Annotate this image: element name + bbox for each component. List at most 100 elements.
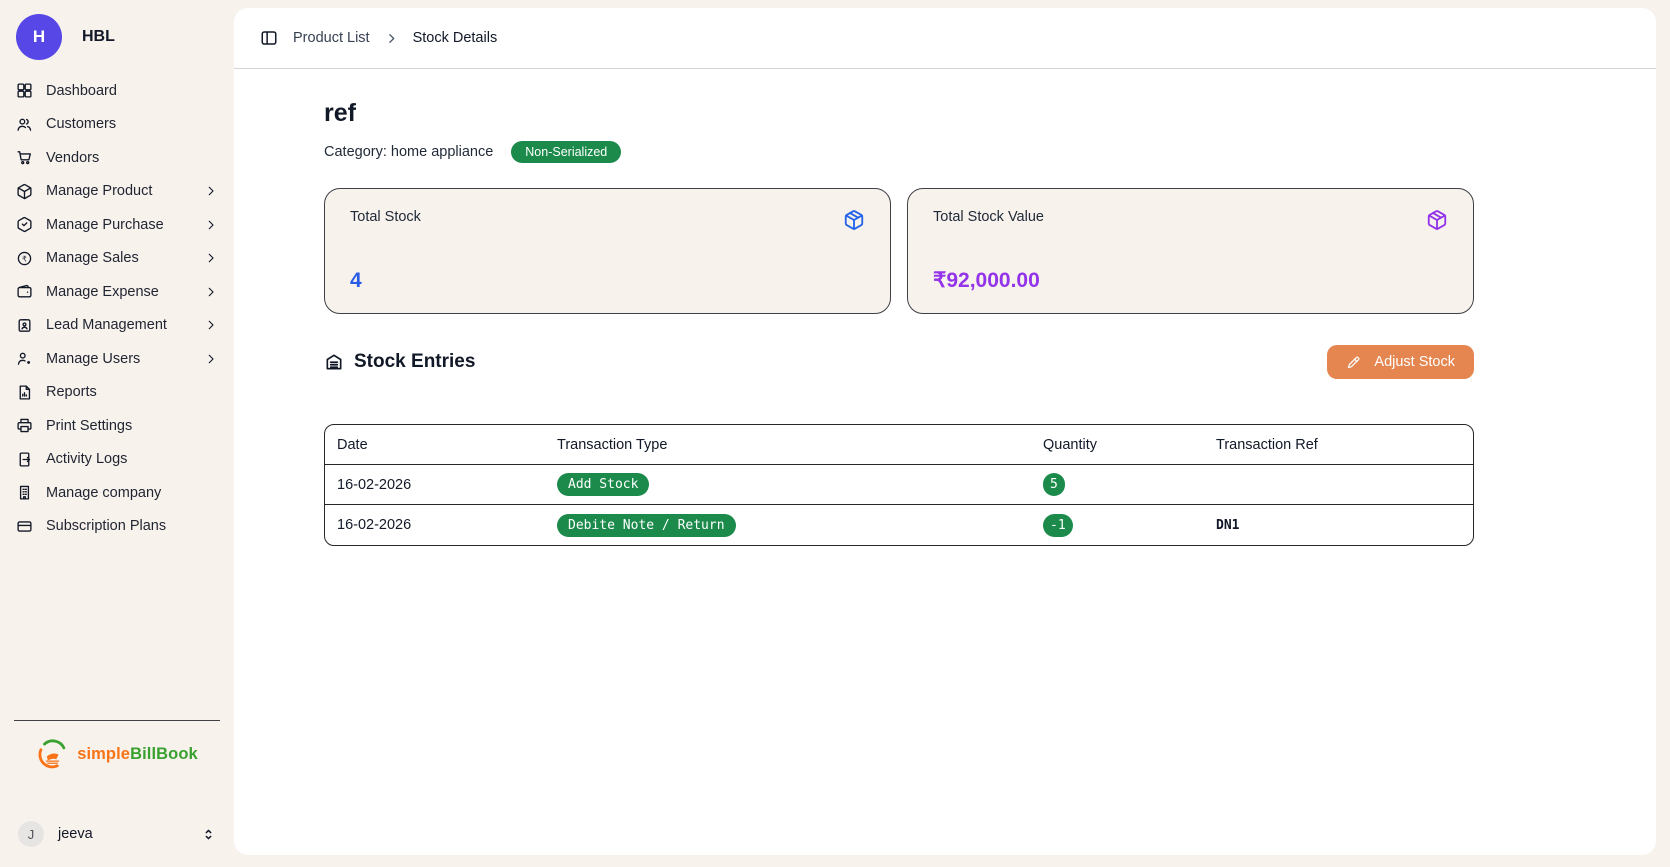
sidebar: H HBL Dashboard Customers Vendors Manage Pr… <box>0 0 234 867</box>
brand: H HBL <box>0 14 234 60</box>
category-label: Category: home appliance <box>324 144 493 160</box>
pencil-icon <box>1346 355 1361 370</box>
company-icon <box>16 484 33 501</box>
sidebar-item-label: Manage company <box>46 485 218 501</box>
svg-text:₹: ₹ <box>22 254 27 263</box>
stat-value: ₹92,000.00 <box>933 268 1448 293</box>
company-avatar[interactable]: H <box>16 14 62 60</box>
cell-quantity: -1 <box>1031 505 1204 545</box>
breadcrumb-separator-icon <box>385 32 398 45</box>
breadcrumb-stock-details: Stock Details <box>413 30 498 46</box>
sidebar-nav: Dashboard Customers Vendors Manage Product M… <box>0 74 234 543</box>
simplebillbook-logo-icon <box>36 737 70 771</box>
cell-transaction-type: Add Stock <box>545 465 1031 505</box>
header-date: Date <box>325 425 545 465</box>
sidebar-bottom: simpleBillBook J jeeva <box>0 720 234 847</box>
user-menu[interactable]: J jeeva <box>0 821 234 847</box>
company-name: HBL <box>82 28 115 46</box>
sidebar-item-manage-users[interactable]: Manage Users <box>16 342 218 376</box>
sidebar-item-lead-management[interactable]: Lead Management <box>16 309 218 343</box>
header-transaction-type: Transaction Type <box>545 425 1031 465</box>
chevron-up-down-icon <box>201 827 216 842</box>
user-name: jeeva <box>58 826 187 842</box>
cell-transaction-type: Debite Note / Return <box>545 505 1031 545</box>
stat-card-total-stock-value: Total Stock Value ₹92,000.00 <box>907 188 1474 314</box>
table-row: 16-02-2026Add Stock5 <box>325 465 1473 505</box>
chevron-right-icon <box>204 251 218 265</box>
content-panel: Product List Stock Details ref Category:… <box>234 8 1656 855</box>
sidebar-item-print-settings[interactable]: Print Settings <box>16 409 218 443</box>
sidebar-item-vendors[interactable]: Vendors <box>16 141 218 175</box>
sidebar-item-label: Customers <box>46 116 218 132</box>
breadcrumb-product-list[interactable]: Product List <box>293 30 370 46</box>
sidebar-item-manage-company[interactable]: Manage company <box>16 476 218 510</box>
print-icon <box>16 417 33 434</box>
activity-icon <box>16 451 33 468</box>
sidebar-item-reports[interactable]: Reports <box>16 376 218 410</box>
header-transaction-ref: Transaction Ref <box>1204 425 1473 465</box>
table-body: 16-02-2026Add Stock516-02-2026Debite Not… <box>325 465 1473 545</box>
cell-transaction-ref: DN1 <box>1204 505 1473 545</box>
sidebar-item-dashboard[interactable]: Dashboard <box>16 74 218 108</box>
user-avatar: J <box>18 821 44 847</box>
stat-value: 4 <box>350 269 865 293</box>
stat-label: Total Stock Value <box>933 209 1044 225</box>
sidebar-item-label: Manage Product <box>46 183 191 199</box>
transaction-ref-text: DN1 <box>1216 518 1239 533</box>
adjust-stock-button[interactable]: Adjust Stock <box>1327 345 1474 379</box>
stat-card-total-stock: Total Stock 4 <box>324 188 891 314</box>
product-icon <box>16 183 33 200</box>
sidebar-item-subscription-plans[interactable]: Subscription Plans <box>16 510 218 544</box>
sidebar-item-manage-expense[interactable]: Manage Expense <box>16 275 218 309</box>
cell-transaction-ref <box>1204 465 1473 505</box>
transaction-type-badge: Debite Note / Return <box>557 514 736 537</box>
page-content: ref Category: home appliance Non-Seriali… <box>234 69 1474 546</box>
sidebar-item-label: Vendors <box>46 150 218 166</box>
sidebar-item-label: Manage Users <box>46 351 191 367</box>
stock-entries-header: Stock Entries Adjust Stock <box>324 345 1474 379</box>
main-area: Product List Stock Details ref Category:… <box>234 0 1670 867</box>
quantity-badge: 5 <box>1043 473 1065 496</box>
stock-entries-title-text: Stock Entries <box>354 351 475 373</box>
manage-users-icon <box>16 350 33 367</box>
sidebar-item-manage-sales[interactable]: ₹ Manage Sales <box>16 242 218 276</box>
cell-quantity: 5 <box>1031 465 1204 505</box>
stat-cards: Total Stock 4 Total Stock Value ₹92,000.00 <box>324 188 1474 314</box>
sidebar-item-label: Reports <box>46 384 218 400</box>
transaction-type-badge: Add Stock <box>557 473 649 496</box>
sidebar-item-customers[interactable]: Customers <box>16 108 218 142</box>
category-row: Category: home appliance Non-Serialized <box>324 141 1474 163</box>
customers-icon <box>16 116 33 133</box>
sidebar-item-manage-purchase[interactable]: Manage Purchase <box>16 208 218 242</box>
chevron-right-icon <box>204 318 218 332</box>
table-header-row: Date Transaction Type Quantity Transacti… <box>325 425 1473 465</box>
sidebar-item-manage-product[interactable]: Manage Product <box>16 175 218 209</box>
sidebar-item-label: Manage Expense <box>46 284 191 300</box>
reports-icon <box>16 384 33 401</box>
logo-text-billbook: BillBook <box>130 745 198 763</box>
stat-label: Total Stock <box>350 209 421 225</box>
stock-entries-title: Stock Entries <box>324 351 475 373</box>
sidebar-item-label: Activity Logs <box>46 451 218 467</box>
sidebar-item-activity-logs[interactable]: Activity Logs <box>16 443 218 477</box>
breadcrumb-bar: Product List Stock Details <box>234 8 1656 69</box>
serialization-badge: Non-Serialized <box>511 141 621 163</box>
subscription-icon <box>16 518 33 535</box>
adjust-stock-label: Adjust Stock <box>1374 354 1455 370</box>
dashboard-icon <box>16 82 33 99</box>
logo-text-simple: simple <box>77 745 130 763</box>
table-row: 16-02-2026Debite Note / Return-1DN1 <box>325 505 1473 545</box>
package-icon <box>843 209 865 231</box>
page-title: ref <box>324 99 1474 128</box>
sidebar-divider <box>14 720 220 721</box>
sidebar-item-label: Dashboard <box>46 83 218 99</box>
sidebar-item-label: Manage Sales <box>46 250 191 266</box>
chevron-right-icon <box>204 218 218 232</box>
app-logo: simpleBillBook <box>0 737 234 771</box>
lead-icon <box>16 317 33 334</box>
sidebar-item-label: Manage Purchase <box>46 217 191 233</box>
sidebar-item-label: Lead Management <box>46 317 191 333</box>
purchase-icon <box>16 216 33 233</box>
sidebar-toggle-icon[interactable] <box>260 29 278 47</box>
chevron-right-icon <box>204 184 218 198</box>
